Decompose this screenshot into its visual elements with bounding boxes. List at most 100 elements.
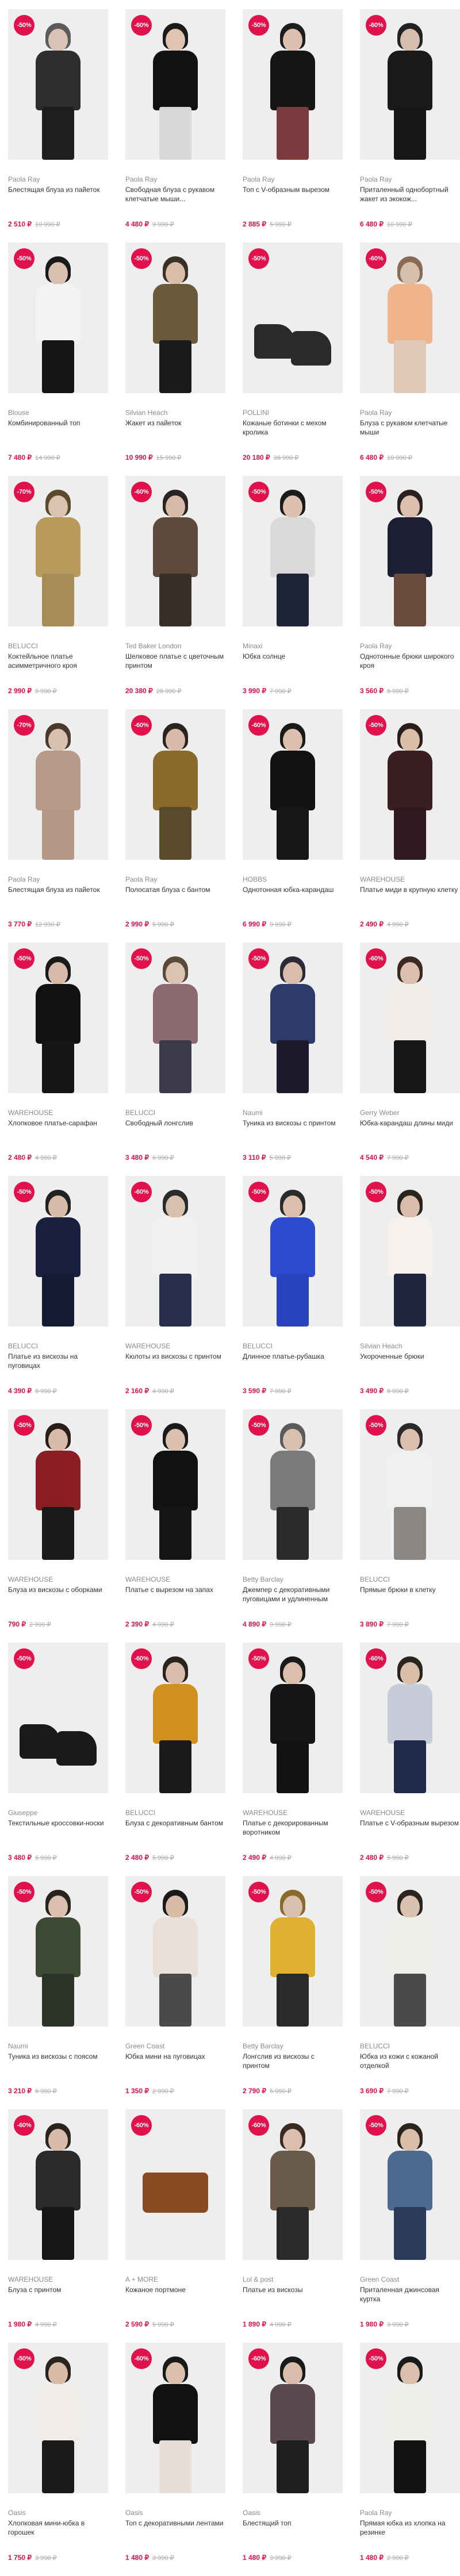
product-title[interactable]: Кожаное портмоне — [125, 2285, 225, 2304]
product-image[interactable]: -50% — [125, 943, 225, 1093]
product-title[interactable]: Топ с декоративными лентами — [125, 2519, 225, 2537]
product-image[interactable]: -50% — [243, 1176, 343, 1327]
product-image[interactable]: -60% — [360, 9, 460, 160]
product-title[interactable]: Шелковое платье с цветочным принтом — [125, 652, 225, 670]
product-title[interactable]: Платье с вырезом на запах — [125, 1585, 225, 1604]
product-card[interactable]: -60% Gerry Weber Юбка-карандаш длины миди 4… — [360, 943, 460, 1176]
product-image[interactable]: -50% — [243, 9, 343, 160]
product-image[interactable]: -50% — [360, 1176, 460, 1327]
product-title[interactable]: Комбинированный топ — [8, 418, 108, 437]
product-title[interactable]: Юбка солнце — [243, 652, 343, 670]
product-card[interactable]: -50% WAREHOUSE Платье миди в крупную клетк… — [360, 709, 460, 943]
product-card[interactable]: -60% Oasis Топ с декоративными лентами 1 48… — [125, 2343, 225, 2576]
product-card[interactable]: -60% WAREHOUSE Блуза с принтом 1 980 ₽4 990… — [8, 2109, 108, 2343]
product-image[interactable]: -60% — [243, 2109, 343, 2260]
product-image[interactable]: -50% — [125, 1876, 225, 2027]
product-image[interactable]: -50% — [8, 943, 108, 1093]
product-card[interactable]: -50% Paola Ray Прямая юбка из хлопка на ре… — [360, 2343, 460, 2576]
product-image[interactable]: -50% — [243, 243, 343, 393]
product-title[interactable]: Кюлоты из вискозы с принтом — [125, 1352, 225, 1370]
product-card[interactable]: -50% Blouse Комбинированный топ 7 480 ₽14 9… — [8, 243, 108, 476]
product-card[interactable]: -60% Lol & post Платье из вискозы 1 890 ₽ 4 … — [243, 2109, 343, 2343]
product-image[interactable]: -50% — [243, 1643, 343, 1793]
product-card[interactable]: -60% HOBBS Однотонная юбка-карандаш 6 990 ₽… — [243, 709, 343, 943]
product-card[interactable]: -50% Minaxi Юбка солнце 3 990 ₽ 7 990 ₽ — [243, 476, 343, 709]
product-image[interactable]: -50% — [8, 1876, 108, 2027]
product-card[interactable]: -70% BELUCCI Коктейльное платье асимметрич… — [8, 476, 108, 709]
product-image[interactable]: -50% — [360, 2109, 460, 2260]
product-image[interactable]: -50% — [360, 476, 460, 626]
product-title[interactable]: Платье с V-образным вырезом — [360, 1818, 460, 1837]
product-title[interactable]: Прямая юбка из хлопка на резинке — [360, 2519, 460, 2537]
product-card[interactable]: -50% Naumi Туника из вискозы с принтом 3 11… — [243, 943, 343, 1176]
product-card[interactable]: -50% Paola Ray Топ с V-образным вырезом 2 8… — [243, 9, 343, 243]
product-card[interactable]: -60% Ted Baker London Шелковое платье с цв… — [125, 476, 225, 709]
product-card[interactable]: -60% WAREHOUSE Платье с V-образным вырезом… — [360, 1643, 460, 1876]
product-card[interactable]: -50% Green Coast Юбка мини на пуговицах 1 3… — [125, 1876, 225, 2109]
product-card[interactable]: -60% Paola Ray Полосатая блуза с бантом 2 9… — [125, 709, 225, 943]
product-title[interactable]: Платье из вискозы на пуговицах — [8, 1352, 108, 1370]
product-title[interactable]: Однотонные брюки широкого кроя — [360, 652, 460, 670]
product-title[interactable]: Туника из вискозы с поясом — [8, 2052, 108, 2070]
product-title[interactable]: Джемпер с декоративными пуговицами и удл… — [243, 1585, 343, 1604]
product-image[interactable]: -60% — [125, 1176, 225, 1327]
product-image[interactable]: -60% — [360, 243, 460, 393]
product-title[interactable]: Жакет из пайеток — [125, 418, 225, 437]
product-card[interactable]: -70% Paola Ray Блестящая блуза из пайеток 3… — [8, 709, 108, 943]
product-card[interactable]: -50% WAREHOUSE Платье с декорированным вор… — [243, 1643, 343, 1876]
product-image[interactable]: -50% — [8, 1409, 108, 1560]
product-card[interactable]: -50% Betty Barclay Лонгслив из вискозы с п… — [243, 1876, 343, 2109]
product-image[interactable]: -60% — [360, 943, 460, 1093]
product-image[interactable]: -50% — [8, 9, 108, 160]
product-image[interactable]: -60% — [125, 9, 225, 160]
product-card[interactable]: -50% POLLINI Кожаные ботинки с мехом кроли… — [243, 243, 343, 476]
product-title[interactable]: Топ с V-образным вырезом — [243, 185, 343, 203]
product-title[interactable]: Туника из вискозы с принтом — [243, 1118, 343, 1137]
product-image[interactable]: -60% — [8, 2109, 108, 2260]
product-title[interactable]: Хлопковая мини-юбка в горошек — [8, 2519, 108, 2537]
product-card[interactable]: -50% WAREHOUSE Блуза из вискозы с оборками… — [8, 1409, 108, 1643]
product-title[interactable]: Блуза с рукавом клетчатые мыши — [360, 418, 460, 437]
product-card[interactable]: -50% Green Coast Приталенная джинсовая кур… — [360, 2109, 460, 2343]
product-image[interactable]: -50% — [360, 709, 460, 860]
product-title[interactable]: Блуза из вискозы с оборками — [8, 1585, 108, 1604]
product-image[interactable]: -50% — [8, 2343, 108, 2493]
product-title[interactable]: Прямые брюки в клетку — [360, 1585, 460, 1604]
product-image[interactable]: -60% — [360, 1643, 460, 1793]
product-image[interactable]: -60% — [125, 2343, 225, 2493]
product-title[interactable]: Блестящий топ — [243, 2519, 343, 2537]
product-title[interactable]: Свободный лонгслив — [125, 1118, 225, 1137]
product-title[interactable]: Приталенная джинсовая куртка — [360, 2285, 460, 2304]
product-title[interactable]: Хлопковое платье-сарафан — [8, 1118, 108, 1137]
product-card[interactable]: -50% BELUCCI Длинное платье-рубашка 3 590 ₽… — [243, 1176, 343, 1409]
product-title[interactable]: Блестящая блуза из пайеток — [8, 185, 108, 203]
product-title[interactable]: Приталенный однобортный жакет из экокож.… — [360, 185, 460, 203]
product-image[interactable]: -60% — [243, 2343, 343, 2493]
product-card[interactable]: -60% Paola Ray Приталенный однобортный жак… — [360, 9, 460, 243]
product-title[interactable]: Коктейльное платье асимметричного кроя — [8, 652, 108, 670]
product-card[interactable]: -50% BELUCCI Юбка из кожи с кожаной отделк… — [360, 1876, 460, 2109]
product-card[interactable]: -50% Oasis Хлопковая мини-юбка в горошек 1 … — [8, 2343, 108, 2576]
product-card[interactable]: -60% A + MORE Кожаное портмоне 2 590 ₽5 990… — [125, 2109, 225, 2343]
product-card[interactable]: -50% Naumi Туника из вискозы с поясом 3 210… — [8, 1876, 108, 2109]
product-image[interactable]: -50% — [243, 1409, 343, 1560]
product-title[interactable]: Юбка мини на пуговицах — [125, 2052, 225, 2070]
product-card[interactable]: -50% Silvian Heach Жакет из пайеток 10 990 … — [125, 243, 225, 476]
product-image[interactable]: -70% — [8, 476, 108, 626]
product-card[interactable]: -50% Betty Barclay Джемпер с декоративными… — [243, 1409, 343, 1643]
product-image[interactable]: -50% — [8, 243, 108, 393]
product-title[interactable]: Полосатая блуза с бантом — [125, 885, 225, 903]
product-title[interactable]: Блестящая блуза из пайеток — [8, 885, 108, 903]
product-title[interactable]: Кожаные ботинки с мехом кролика — [243, 418, 343, 437]
product-title[interactable]: Свободная блуза с рукавом клетчатые мыши… — [125, 185, 225, 203]
product-title[interactable]: Юбка-карандаш длины миди — [360, 1118, 460, 1137]
product-card[interactable]: -50% BELUCCI Прямые брюки в клетку 3 890 ₽7… — [360, 1409, 460, 1643]
product-image[interactable]: -60% — [125, 2109, 225, 2260]
product-card[interactable]: -50% Paola Ray Блестящая блуза из пайеток 2… — [8, 9, 108, 243]
product-image[interactable]: -60% — [125, 476, 225, 626]
product-image[interactable]: -50% — [360, 1409, 460, 1560]
product-image[interactable]: -70% — [8, 709, 108, 860]
product-card[interactable]: -50% WAREHOUSE Хлопковое платье-сарафан 2 4… — [8, 943, 108, 1176]
product-card[interactable]: -60% BELUCCI Блуза с декоративным бантом 2 … — [125, 1643, 225, 1876]
product-image[interactable]: -60% — [125, 709, 225, 860]
